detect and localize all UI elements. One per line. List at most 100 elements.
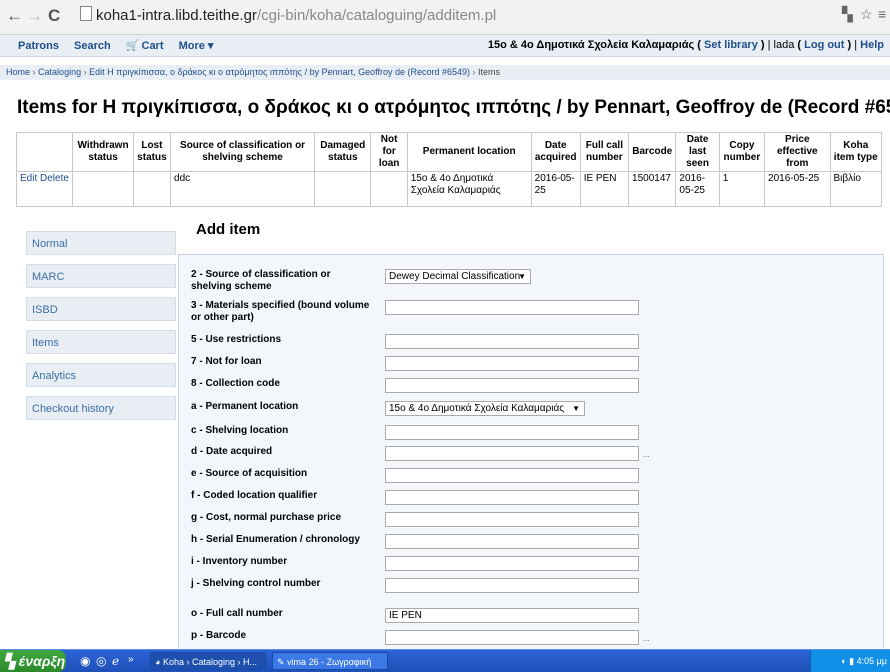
reload-icon[interactable]: C — [48, 6, 60, 26]
use-restrictions-input[interactable] — [385, 334, 639, 349]
chevron-down-icon: ▾ — [207, 40, 214, 52]
network-icon[interactable]: ◐ — [841, 656, 846, 666]
paint-icon: ✎ — [277, 657, 285, 667]
nav-more[interactable]: More ▾ — [179, 40, 214, 52]
bookmark-star-icon[interactable]: ☆ — [860, 6, 873, 23]
ellipsis-icon[interactable]: ... — [643, 450, 650, 459]
clock[interactable]: 4:05 μμ — [857, 656, 887, 666]
table-row: Edit Delete ddc 15ο & 4ο Δημοτικά Σχολεί… — [15, 171, 883, 207]
url-host: koha1-intra.libd.teithe.gr — [96, 7, 257, 24]
materials-specified-input[interactable] — [385, 300, 639, 315]
not-for-loan-input[interactable] — [385, 356, 639, 371]
column-header[interactable]: Koha item type — [829, 132, 883, 172]
sidebar-item-items[interactable]: Items — [26, 330, 176, 354]
back-icon[interactable]: ← — [6, 6, 23, 26]
ellipsis-icon[interactable]: ... — [643, 634, 650, 643]
cell-notforloan — [370, 171, 408, 207]
column-header[interactable]: Permanent location — [406, 132, 532, 172]
set-library-link[interactable]: Set library — [704, 39, 758, 51]
nav-search[interactable]: Search — [74, 40, 111, 52]
record-view-sidebar: Normal MARC ISBD Items Analytics Checkou… — [26, 231, 176, 429]
column-header[interactable]: Date last seen — [675, 132, 720, 172]
more-quicklaunch-icon[interactable]: » — [128, 654, 134, 665]
column-header[interactable]: Withdrawn status — [72, 132, 134, 172]
ie-icon[interactable]: ℯ — [112, 654, 119, 668]
permanent-location-select[interactable]: 15ο & 4ο Δημοτικά Σχολεία Καλαμαριάς ▼ — [385, 401, 585, 416]
shelving-location-input[interactable] — [385, 425, 639, 440]
date-acquired-input[interactable] — [385, 446, 639, 461]
nav-cart-label: Cart — [141, 40, 164, 52]
sidebar-item-isbd[interactable]: ISBD — [26, 297, 176, 321]
sidebar-item-checkout-history[interactable]: Checkout history — [26, 396, 176, 420]
logged-in-user: lada — [773, 39, 795, 51]
enumeration-input[interactable] — [385, 534, 639, 549]
field-label: g - Cost, normal purchase price — [191, 512, 342, 523]
inventory-number-input[interactable] — [385, 556, 639, 571]
shelving-control-input[interactable] — [385, 578, 639, 593]
column-header[interactable]: Date acquired — [530, 132, 581, 172]
select-value: Dewey Decimal Classification — [389, 271, 521, 282]
coded-location-input[interactable] — [385, 490, 639, 505]
quicklaunch-icon[interactable]: ◉ — [80, 654, 90, 668]
edit-item-link[interactable]: Edit — [20, 173, 37, 184]
dropdown-arrow-icon: ▼ — [518, 272, 526, 281]
field-label: a - Permanent location — [191, 401, 299, 412]
sidebar-item-normal[interactable]: Normal — [26, 231, 176, 255]
windows-logo-icon: ▚ — [4, 653, 15, 669]
url-path: /cgi-bin/koha/cataloguing/additem.pl — [256, 7, 497, 24]
cell-location: 15ο & 4ο Δημοτικά Σχολεία Καλαμαριάς — [406, 171, 532, 207]
select-value: 15ο & 4ο Δημοτικά Σχολεία Καλαμαριάς — [389, 403, 565, 414]
forward-icon[interactable]: → — [26, 6, 43, 26]
acquisition-source-input[interactable] — [385, 468, 639, 483]
column-header — [15, 132, 74, 172]
column-header[interactable]: Not for loan — [370, 132, 408, 172]
cell-copy: 1 — [718, 171, 766, 207]
cell-damaged — [314, 171, 372, 207]
menu-icon[interactable]: ≡ — [878, 6, 886, 22]
field-label: c - Shelving location — [191, 425, 289, 436]
browser-toolbar: ← → C koha1-intra.libd.teithe.gr/cgi-bin… — [0, 0, 890, 35]
column-header[interactable]: Copy number — [718, 132, 766, 172]
help-link[interactable]: Help — [860, 39, 884, 51]
sidebar-item-marc[interactable]: MARC — [26, 264, 176, 288]
delete-item-link[interactable]: Delete — [40, 173, 69, 184]
start-button[interactable]: ▚ έναρξη — [0, 650, 66, 672]
signal-icon[interactable]: ▮ — [849, 656, 854, 666]
breadcrumb-cataloging[interactable]: Cataloging — [38, 67, 81, 77]
os-taskbar: ▚ έναρξη ◉ ◎ ℯ » ◕ Koha › Cataloging › H… — [0, 649, 890, 672]
classification-source-select[interactable]: Dewey Decimal Classification ▼ — [385, 269, 531, 284]
column-header[interactable]: Full call number — [579, 132, 630, 172]
field-label: i - Inventory number — [191, 556, 288, 567]
breadcrumb-edit-record[interactable]: Edit Η πριγκίπισσα, ο δράκος κι ο ατρόμη… — [89, 67, 470, 77]
logout-link[interactable]: Log out — [804, 39, 844, 51]
column-header[interactable]: Source of classification or shelving sch… — [170, 132, 316, 172]
cell-source: ddc — [170, 171, 316, 207]
cell-lastseen: 2016-05-25 — [675, 171, 720, 207]
full-call-number-input[interactable]: IE PEN — [385, 608, 639, 623]
sidebar-item-analytics[interactable]: Analytics — [26, 363, 176, 387]
field-label: p - Barcode — [191, 630, 247, 641]
column-header[interactable]: Barcode — [628, 132, 677, 172]
column-header[interactable]: Price effective from — [764, 132, 831, 172]
row-actions: Edit Delete — [15, 171, 74, 207]
column-header[interactable]: Lost status — [132, 132, 172, 172]
translate-icon[interactable]: ▚ — [842, 6, 853, 23]
collection-code-input[interactable] — [385, 378, 639, 393]
cost-input[interactable] — [385, 512, 639, 527]
nav-cart[interactable]: 🛒 Cart — [126, 40, 164, 52]
taskbar-window-paint[interactable]: ✎ vima 26 - Ζωγραφική — [272, 652, 388, 670]
address-bar[interactable]: koha1-intra.libd.teithe.gr/cgi-bin/koha/… — [80, 6, 496, 26]
quicklaunch-icon[interactable]: ◎ — [96, 654, 106, 668]
barcode-input[interactable] — [385, 630, 639, 645]
add-item-form: 2 - Source of classification or shelving… — [178, 254, 884, 650]
nav-patrons[interactable]: Patrons — [18, 40, 59, 52]
taskbar-window-chrome[interactable]: ◕ Koha › Cataloging › H... — [150, 652, 266, 670]
breadcrumb-items: Items — [478, 67, 501, 77]
breadcrumb: Home › Cataloging › Edit Η πριγκίπισσα, … — [0, 65, 890, 80]
breadcrumb-home[interactable]: Home — [6, 67, 30, 77]
column-header[interactable]: Damaged status — [314, 132, 372, 172]
current-library: 15ο & 4ο Δημοτικά Σχολεία Καλαμαριάς — [487, 39, 695, 51]
cell-lost — [132, 171, 172, 207]
field-label: d - Date acquired — [191, 446, 273, 457]
cell-price-from: 2016-05-25 — [764, 171, 831, 207]
